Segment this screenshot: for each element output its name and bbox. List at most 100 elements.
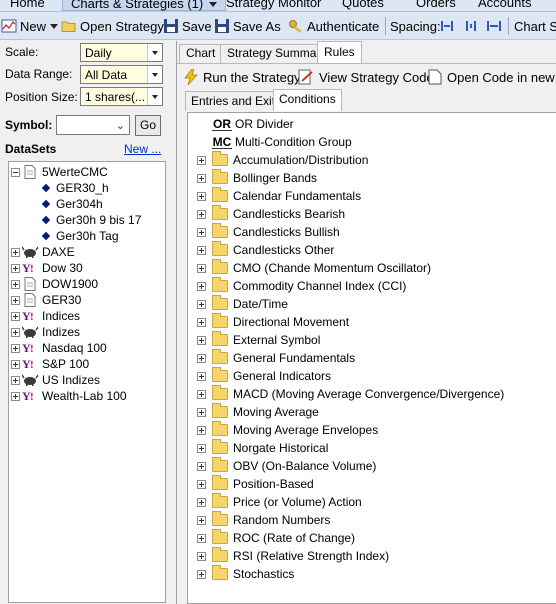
expand-icon[interactable] [11, 343, 20, 353]
dataset-item[interactable]: Indizes [11, 324, 80, 340]
expand-icon[interactable] [197, 317, 206, 327]
chevron-down-icon[interactable] [147, 66, 162, 83]
condition-group-cmo-chande-momentum-oscillator[interactable]: CMO (Chande Momentum Oscillator) [188, 259, 431, 277]
authenticate-button[interactable]: Authenticate [288, 17, 379, 35]
spacing-reset-button[interactable] [463, 17, 482, 35]
expand-icon[interactable] [197, 209, 206, 219]
condition-group-position-based[interactable]: Position-Based [188, 475, 314, 493]
expand-icon[interactable] [11, 295, 20, 305]
menu-strategy-monitor[interactable]: Strategy Monitor [226, 0, 321, 10]
condition-group-general-indicators[interactable]: General Indicators [188, 367, 331, 385]
expand-icon[interactable] [197, 443, 206, 453]
multi-condition-group-item[interactable]: MC Multi-Condition Group [188, 133, 352, 151]
condition-group-calendar-fundamentals[interactable]: Calendar Fundamentals [188, 187, 361, 205]
condition-group-moving-average-envelopes[interactable]: Moving Average Envelopes [188, 421, 378, 439]
dataset-item[interactable]: DAXE [11, 244, 75, 260]
expand-icon[interactable] [197, 245, 206, 255]
expand-icon[interactable] [197, 497, 206, 507]
expand-icon[interactable] [11, 327, 20, 337]
dataset-item[interactable]: Y! Indices [11, 308, 80, 324]
expand-icon[interactable] [11, 279, 20, 289]
condition-group-commodity-channel-index-cci[interactable]: Commodity Channel Index (CCI) [188, 277, 406, 295]
new-dataset-link[interactable]: New ... [124, 142, 161, 156]
chart-style-button[interactable]: Chart St [514, 17, 556, 35]
dataset-item[interactable]: US Indizes [11, 372, 100, 388]
dataset-symbol-item[interactable]: Ger30h Tag [39, 228, 119, 244]
expand-icon[interactable] [197, 389, 206, 399]
save-as-button[interactable]: Save As [214, 17, 281, 35]
expand-icon[interactable] [197, 479, 206, 489]
scale-dropdown[interactable]: Daily [80, 43, 163, 62]
condition-group-candlesticks-bearish[interactable]: Candlesticks Bearish [188, 205, 345, 223]
condition-group-obv-on-balance-volume[interactable]: OBV (On-Balance Volume) [188, 457, 376, 475]
condition-group-bollinger-bands[interactable]: Bollinger Bands [188, 169, 317, 187]
symbol-input[interactable]: ⌄ [56, 115, 130, 135]
condition-group-moving-average[interactable]: Moving Average [188, 403, 319, 421]
condition-group-rsi-relative-strength-index[interactable]: RSI (Relative Strength Index) [188, 547, 389, 565]
condition-group-directional-movement[interactable]: Directional Movement [188, 313, 349, 331]
new-button[interactable]: New [1, 17, 59, 35]
expand-icon[interactable] [197, 371, 206, 381]
expand-icon[interactable] [197, 569, 206, 579]
expand-icon[interactable] [197, 461, 206, 471]
condition-group-date-time[interactable]: Date/Time [188, 295, 288, 313]
dataset-item[interactable]: GER30 [11, 292, 81, 308]
expand-icon[interactable] [197, 353, 206, 363]
condition-group-price-or-volume-action[interactable]: Price (or Volume) Action [188, 493, 362, 511]
data-range-dropdown[interactable]: All Data [80, 65, 163, 84]
menu-charts-strategies[interactable]: Charts & Strategies (1) [62, 0, 227, 11]
dataset-item[interactable]: Y! Dow 30 [11, 260, 83, 276]
expand-icon[interactable] [11, 375, 20, 385]
spacing-decrease-button[interactable] [439, 17, 458, 35]
menu-orders[interactable]: Orders [416, 0, 456, 10]
expand-icon[interactable] [197, 227, 206, 237]
expand-icon[interactable] [197, 335, 206, 345]
menu-home[interactable]: Home [10, 0, 45, 10]
expand-icon[interactable] [197, 173, 206, 183]
dataset-symbol-item[interactable]: GER30_h [39, 180, 109, 196]
expand-icon[interactable] [11, 359, 20, 369]
save-button[interactable]: Save [163, 17, 212, 35]
expand-icon[interactable] [11, 311, 20, 321]
expand-icon[interactable] [197, 515, 206, 525]
collapse-icon[interactable] [11, 167, 20, 177]
expand-icon[interactable] [197, 533, 206, 543]
condition-group-external-symbol[interactable]: External Symbol [188, 331, 320, 349]
condition-group-candlesticks-bullish[interactable]: Candlesticks Bullish [188, 223, 340, 241]
chevron-down-icon[interactable] [147, 88, 162, 105]
menu-accounts[interactable]: Accounts [478, 0, 531, 10]
open-code-button[interactable]: Open Code in new St [428, 68, 556, 86]
condition-group-stochastics[interactable]: Stochastics [188, 565, 294, 583]
chevron-down-icon[interactable]: ⌄ [116, 119, 125, 132]
expand-icon[interactable] [11, 263, 20, 273]
tab-chart[interactable]: Chart [179, 44, 223, 63]
expand-icon[interactable] [197, 281, 206, 291]
dataset-item[interactable]: Y! Nasdaq 100 [11, 340, 107, 356]
condition-group-accumulation-distribution[interactable]: Accumulation/Distribution [188, 151, 368, 169]
condition-group-macd-moving-average-convergence-divergence[interactable]: MACD (Moving Average Convergence/Diverge… [188, 385, 504, 403]
expand-icon[interactable] [197, 191, 206, 201]
dataset-item[interactable]: Y! Wealth-Lab 100 [11, 388, 127, 404]
dataset-item[interactable]: DOW1900 [11, 276, 98, 292]
condition-group-candlesticks-other[interactable]: Candlesticks Other [188, 241, 334, 259]
expand-icon[interactable] [197, 155, 206, 165]
expand-icon[interactable] [11, 247, 20, 257]
view-code-button[interactable]: View Strategy Code [298, 68, 434, 86]
open-strategy-button[interactable]: Open Strategy [61, 17, 164, 35]
spacing-increase-button[interactable] [486, 17, 505, 35]
tab-rules[interactable]: Rules [317, 41, 362, 63]
dataset-item[interactable]: Y! S&P 100 [11, 356, 89, 372]
condition-group-norgate-historical[interactable]: Norgate Historical [188, 439, 328, 457]
chevron-down-icon[interactable] [147, 44, 162, 61]
condition-group-roc-rate-of-change[interactable]: ROC (Rate of Change) [188, 529, 355, 547]
tab-entries-exits[interactable]: Entries and Exits [185, 91, 288, 111]
go-button[interactable]: Go [135, 115, 161, 136]
dataset-symbol-item[interactable]: Ger304h [39, 196, 103, 212]
expand-icon[interactable] [197, 425, 206, 435]
dataset-symbol-item[interactable]: Ger30h 9 bis 17 [39, 212, 141, 228]
condition-group-general-fundamentals[interactable]: General Fundamentals [188, 349, 355, 367]
expand-icon[interactable] [197, 551, 206, 561]
dataset-item[interactable]: 5WerteCMC [11, 164, 108, 180]
expand-icon[interactable] [197, 299, 206, 309]
position-size-dropdown[interactable]: 1 shares(... [80, 87, 163, 106]
